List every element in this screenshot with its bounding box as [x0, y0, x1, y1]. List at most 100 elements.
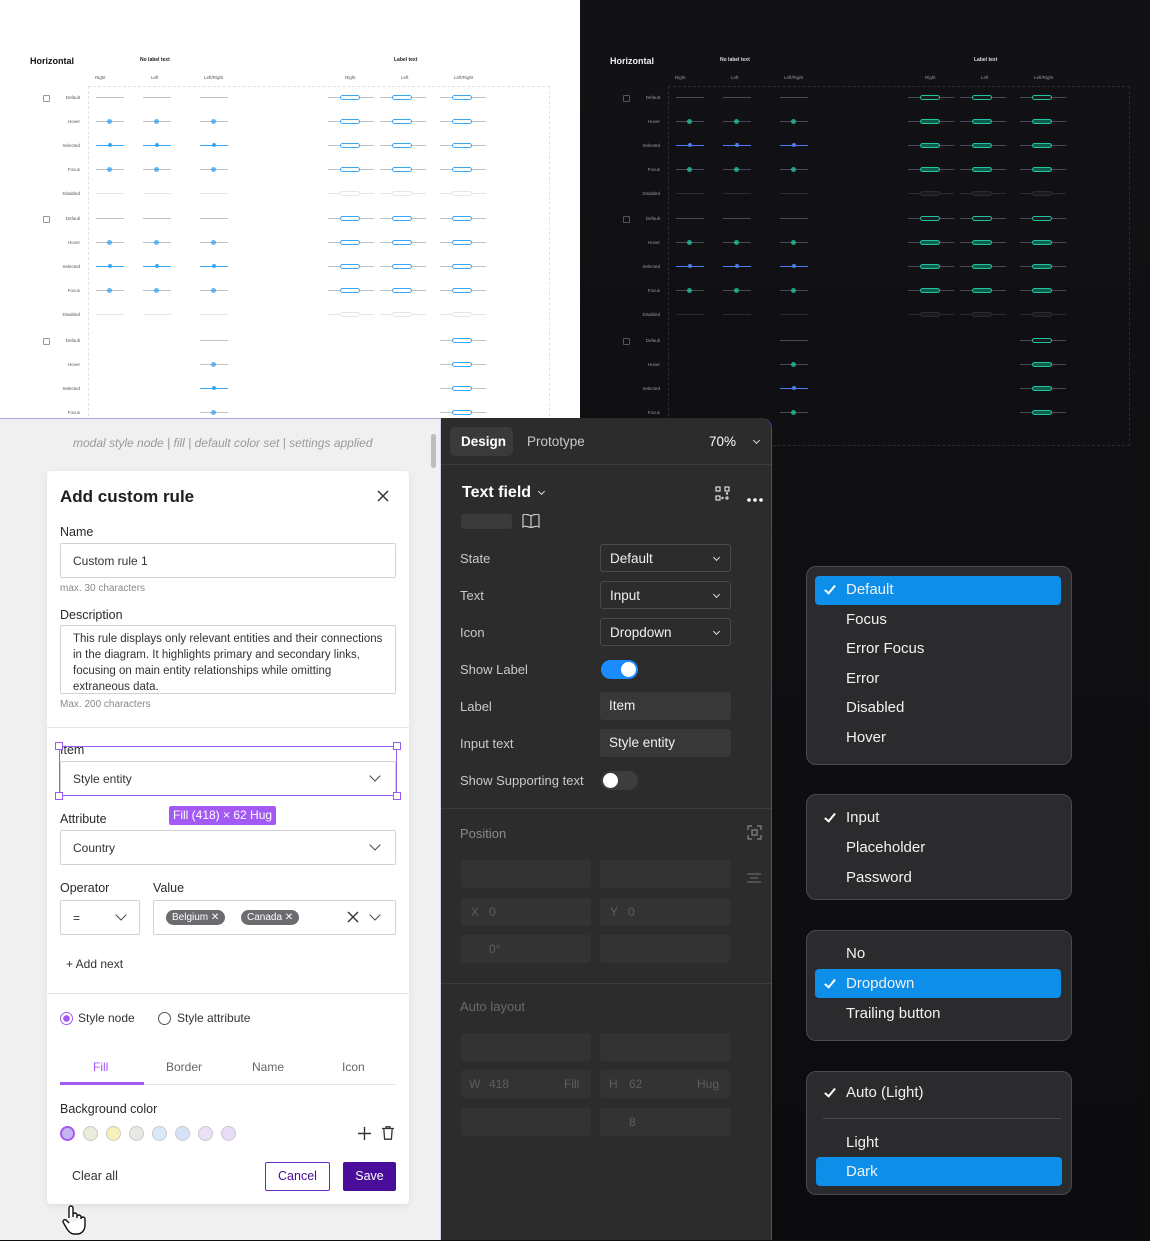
color-swatch[interactable]: [175, 1126, 190, 1141]
clear-icon[interactable]: [347, 911, 359, 923]
menu-item[interactable]: Password: [846, 869, 912, 886]
operator-select[interactable]: =: [60, 900, 140, 935]
value-multiselect[interactable]: Belgium ✕ Canada ✕: [153, 900, 396, 935]
menu-item[interactable]: Auto (Light): [846, 1084, 924, 1101]
color-swatch[interactable]: [129, 1126, 144, 1141]
resize-handle[interactable]: [393, 742, 401, 750]
attribute-select[interactable]: Country: [60, 830, 396, 865]
name-field[interactable]: Custom rule 1: [60, 543, 396, 578]
zoom-level[interactable]: 70%: [709, 434, 736, 449]
handle-dot: [108, 143, 112, 147]
tab-prototype[interactable]: Prototype: [527, 434, 585, 449]
menu-item[interactable]: Dropdown: [846, 975, 914, 992]
label-pill: [972, 240, 992, 245]
name-hint: max. 30 characters: [60, 583, 146, 594]
property-label: Show Label: [460, 662, 528, 677]
menu-item[interactable]: Light: [846, 1134, 879, 1151]
tab-fill[interactable]: Fill: [93, 1060, 108, 1074]
toggle-switch[interactable]: [601, 660, 638, 679]
col-leftright: Left/Right: [204, 75, 224, 80]
handle-dot: [734, 288, 739, 293]
track-line: [143, 218, 171, 219]
label-pill: [1032, 410, 1052, 415]
rotation-field[interactable]: [461, 935, 591, 963]
color-swatch[interactable]: [152, 1126, 167, 1141]
layout-direction-group[interactable]: [461, 1033, 591, 1061]
cancel-button[interactable]: Cancel: [265, 1162, 330, 1191]
clear-all-button[interactable]: Clear all: [72, 1169, 118, 1183]
property-select[interactable]: Dropdown: [600, 618, 731, 646]
menu-item[interactable]: Error Focus: [846, 640, 924, 657]
description-field[interactable]: This rule displays only relevant entitie…: [60, 625, 396, 694]
selection-frame: [59, 746, 397, 796]
component-grid-icon[interactable]: [715, 486, 730, 501]
chip-canada[interactable]: Canada ✕: [241, 910, 300, 925]
hand-cursor-icon: [60, 1204, 88, 1236]
resize-handle[interactable]: [55, 742, 63, 750]
label-pill: [1032, 312, 1052, 317]
tab-border[interactable]: Border: [166, 1060, 202, 1074]
col-right: Right: [95, 75, 106, 80]
state-label: Selected: [642, 143, 660, 148]
label-pill: [452, 95, 472, 100]
color-swatch[interactable]: [83, 1126, 98, 1141]
chevron-down-icon: [752, 436, 761, 445]
more-icon[interactable]: [746, 490, 764, 502]
color-swatch[interactable]: [198, 1126, 213, 1141]
trash-icon[interactable]: [382, 1126, 394, 1140]
label-pill: [1032, 338, 1052, 343]
add-custom-rule-modal: Add custom rule Name Custom rule 1 max. …: [47, 471, 409, 1204]
resize-handle[interactable]: [393, 792, 401, 800]
scrollbar[interactable]: [431, 434, 436, 468]
toggle-switch[interactable]: [601, 771, 638, 790]
state-label: Disabled: [642, 191, 660, 196]
save-button[interactable]: Save: [343, 1162, 396, 1191]
menu-item[interactable]: Dark: [846, 1163, 878, 1180]
property-select[interactable]: Input: [600, 581, 731, 609]
label-pill: [972, 95, 992, 100]
alignment-field[interactable]: [461, 1108, 591, 1136]
gap-field[interactable]: [600, 1108, 730, 1136]
property-text[interactable]: Style entity: [600, 729, 731, 757]
flip-group[interactable]: [600, 935, 730, 963]
tab-icon[interactable]: Icon: [342, 1060, 365, 1074]
icon-dropdown-menu: No Dropdown Trailing button: [806, 930, 1072, 1041]
radio-style-attribute[interactable]: [158, 1012, 171, 1025]
plus-icon[interactable]: [358, 1127, 371, 1140]
resize-handle[interactable]: [55, 792, 63, 800]
frame-icon[interactable]: [747, 825, 762, 840]
chip-belgium[interactable]: Belgium ✕: [166, 910, 226, 925]
menu-item[interactable]: Default: [846, 581, 894, 598]
menu-item[interactable]: Trailing button: [846, 1005, 941, 1022]
add-next-button[interactable]: + Add next: [66, 957, 123, 971]
menu-item[interactable]: Placeholder: [846, 839, 925, 856]
menu-item[interactable]: Focus: [846, 611, 887, 628]
menu-item[interactable]: Error: [846, 670, 879, 687]
component-name[interactable]: Text field: [462, 484, 531, 502]
distribute-icon[interactable]: [747, 870, 761, 883]
x-field[interactable]: [461, 898, 591, 926]
y-field[interactable]: [600, 898, 730, 926]
track-line: [723, 314, 751, 315]
state-label: Focus: [647, 410, 660, 415]
menu-item[interactable]: Disabled: [846, 699, 904, 716]
align-horizontal-group[interactable]: [461, 860, 591, 888]
menu-item[interactable]: No: [846, 945, 865, 962]
color-swatch[interactable]: [106, 1126, 121, 1141]
tab-name[interactable]: Name: [252, 1060, 284, 1074]
handle-dot: [687, 288, 692, 293]
layout-wrap-group[interactable]: [600, 1033, 730, 1061]
book-icon[interactable]: [522, 513, 540, 529]
property-text[interactable]: Item: [600, 692, 731, 720]
radio-style-attribute-label: Style attribute: [177, 1011, 251, 1025]
menu-item[interactable]: Hover: [846, 729, 886, 746]
track-line: [676, 314, 704, 315]
property-select[interactable]: Default: [600, 544, 731, 572]
color-swatch[interactable]: [221, 1126, 236, 1141]
label-pill: [392, 312, 412, 317]
menu-item[interactable]: Input: [846, 809, 879, 826]
color-swatch[interactable]: [60, 1126, 75, 1141]
close-icon[interactable]: [376, 489, 390, 503]
align-vertical-group[interactable]: [600, 860, 730, 888]
radio-style-node[interactable]: [60, 1012, 73, 1025]
